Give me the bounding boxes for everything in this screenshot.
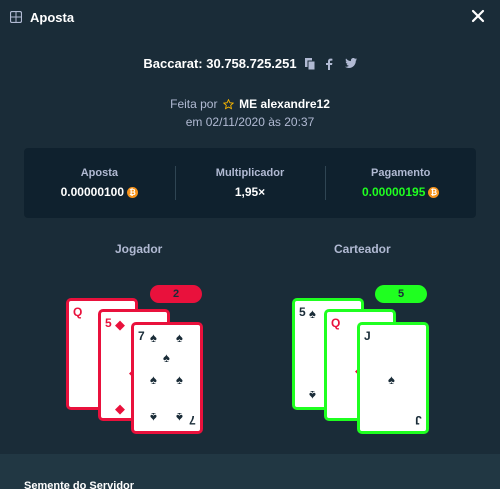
banker-card-3: J ♠ J (357, 322, 429, 434)
player-score-badge: 2 (150, 285, 202, 303)
card-rank: Q (73, 305, 83, 319)
multiplier-stat: Multiplicador 1,95× (174, 148, 326, 218)
game-id-row: Baccarat: 30.758.725.251 (0, 56, 500, 71)
spade-icon: ♠ (309, 388, 316, 403)
server-seed-label: Semente do Servidor (24, 480, 135, 489)
diamond-icon: ◆ (115, 317, 125, 332)
copy-icon[interactable] (304, 57, 317, 70)
payout-value-row: 0.00000195 ₿ (361, 185, 440, 199)
made-by-label: Feita por (170, 97, 218, 111)
card-rank-bottom: 7 (189, 413, 196, 427)
spade-icon: ♠ (150, 372, 157, 387)
spade-icon: ♠ (309, 306, 316, 321)
card-rank-bottom: J (415, 413, 422, 427)
server-seed-section[interactable]: Semente do Servidor (0, 454, 500, 489)
spade-icon: ♠ (150, 410, 157, 425)
multiplier-label: Multiplicador (215, 167, 285, 179)
player-title: Jogador (115, 242, 163, 256)
spade-icon: ♠ (150, 330, 157, 345)
star-icon (222, 98, 235, 114)
banker-score-badge: 5 (375, 285, 427, 303)
twitter-icon[interactable] (344, 57, 357, 70)
card-rank: 7 (138, 329, 145, 343)
spade-icon: ♠ (388, 372, 395, 387)
payout-label: Pagamento (371, 167, 431, 179)
payout-value: 0.00000195 (361, 185, 426, 199)
spade-icon: ♠ (176, 410, 183, 425)
card-rank: Q (331, 316, 341, 330)
diamond-icon: ◆ (115, 401, 125, 416)
spade-icon: ♠ (176, 372, 183, 387)
bet-meta: Feita por ME alexandre12 em 02/11/2020 à… (0, 96, 500, 130)
close-icon[interactable] (470, 8, 486, 24)
bet-date: em 02/11/2020 às 20:37 (185, 115, 315, 129)
username-link[interactable]: ME alexandre12 (239, 97, 330, 111)
payout-stat: Pagamento 0.00000195 ₿ (325, 148, 476, 218)
card-rank: 5 (105, 316, 112, 330)
bet-value: 0.00000100 (60, 185, 125, 199)
bet-amount-stat: Aposta 0.00000100 ₿ (24, 148, 175, 218)
player-card-3: 7 ♠ ♠ ♠ ♠ ♠ ♠ ♠ 7 (131, 322, 203, 434)
facebook-icon[interactable] (325, 58, 337, 70)
modal-title: Aposta (30, 9, 75, 25)
bitcoin-icon: ₿ (428, 186, 440, 198)
bet-slip-icon (10, 11, 22, 23)
bitcoin-icon: ₿ (127, 186, 139, 198)
bet-label: Aposta (80, 167, 118, 179)
bet-stats-panel: Aposta 0.00000100 ₿ Multiplicador 1,95× … (24, 148, 476, 218)
bet-value-row: 0.00000100 ₿ (60, 185, 139, 199)
banker-title: Carteador (334, 242, 391, 256)
spade-icon: ♠ (163, 350, 170, 365)
game-id: Baccarat: 30.758.725.251 (143, 56, 297, 71)
modal-header: Aposta (0, 0, 500, 34)
card-rank: 5 (299, 305, 306, 319)
spade-icon: ♠ (176, 330, 183, 345)
multiplier-value: 1,95× (234, 185, 266, 199)
card-rank: J (364, 329, 371, 343)
